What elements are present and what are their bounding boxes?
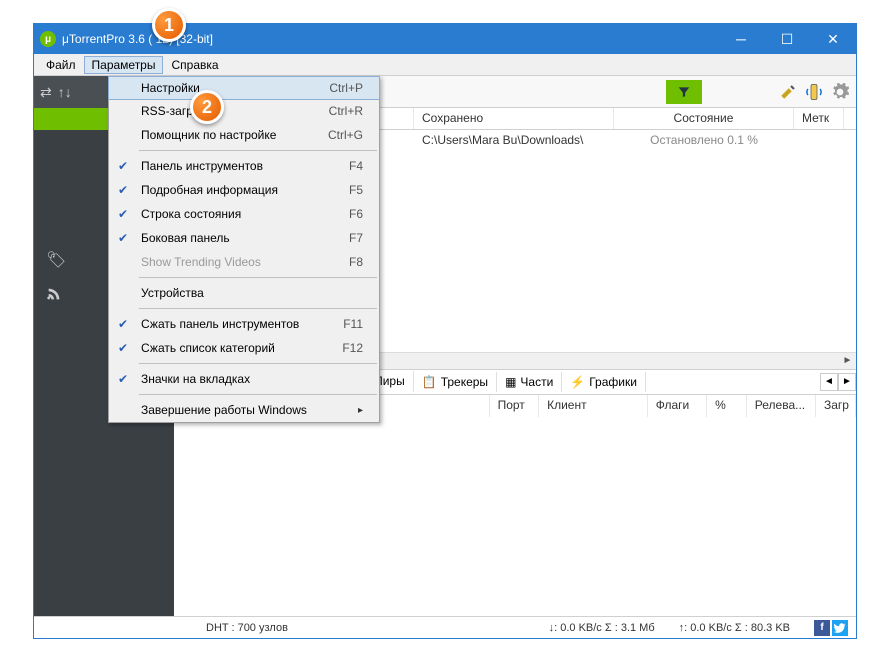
twitter-icon[interactable] [832, 620, 848, 636]
dd-tab-icons[interactable]: ✔Значки на вкладках [109, 367, 379, 391]
dd-wizard[interactable]: Помощник по настройкеCtrl+G [109, 123, 379, 147]
dd-settings[interactable]: НастройкиCtrl+P [108, 76, 380, 100]
funnel-icon [677, 85, 691, 99]
torrent-status: Остановлено 0.1 % [614, 130, 794, 152]
torrent-path: C:\Users\Mara Bu\Downloads\ [414, 130, 614, 152]
dd-sep [139, 308, 377, 309]
highlighter-icon[interactable] [778, 82, 798, 102]
col-pct[interactable]: % [707, 395, 747, 417]
dd-sep [139, 394, 377, 395]
sort-icon[interactable]: ↑↓ [58, 84, 72, 100]
menubar: Файл Параметры Справка [34, 54, 856, 76]
dd-detail[interactable]: ✔Подробная информацияF5 [109, 178, 379, 202]
peers-body [174, 417, 856, 617]
filter-button[interactable] [666, 80, 702, 104]
facebook-icon[interactable]: f [814, 620, 830, 636]
swap-icon[interactable]: ⇄ [40, 84, 52, 101]
menu-file[interactable]: Файл [38, 56, 84, 74]
submenu-arrow-icon: ▸ [358, 405, 371, 416]
options-dropdown: НастройкиCtrl+P RSS-загрузчиCtrl+R Помощ… [108, 76, 380, 423]
dd-devices[interactable]: Устройства [109, 281, 379, 305]
dd-shutdown[interactable]: Завершение работы Windows▸ [109, 398, 379, 422]
tab-trackers[interactable]: 📋Трекеры [414, 372, 497, 392]
tabs-scroll-right[interactable]: ► [838, 373, 856, 391]
callout-badge-1: 1 [152, 8, 186, 42]
tabs-scroll-left[interactable]: ◄ [820, 373, 838, 391]
close-button[interactable]: ✕ [810, 24, 856, 54]
col-relev[interactable]: Релева... [747, 395, 816, 417]
tab-speed[interactable]: ⚡Графики [562, 372, 646, 392]
scroll-right-icon[interactable]: ► [839, 353, 856, 369]
col-port[interactable]: Порт [490, 395, 540, 417]
dd-compact-toolbar[interactable]: ✔Сжать панель инструментовF11 [109, 312, 379, 336]
statusbar: DHT : 700 узлов ↓: 0.0 KB/c Σ : 3.1 Мб ↑… [34, 616, 856, 638]
tab-pieces[interactable]: ▦Части [497, 372, 562, 392]
remote-icon[interactable] [804, 82, 824, 102]
maximize-button[interactable]: ☐ [764, 24, 810, 54]
menu-options[interactable]: Параметры [84, 56, 164, 74]
dd-sep [139, 150, 377, 151]
col-down[interactable]: Загр [816, 395, 856, 417]
dd-rss[interactable]: RSS-загрузчиCtrl+R [109, 99, 379, 123]
dd-trending: Show Trending VideosF8 [109, 250, 379, 274]
gear-icon[interactable] [830, 82, 850, 102]
callout-badge-2: 2 [190, 90, 224, 124]
col-status[interactable]: Состояние [614, 108, 794, 129]
col-label[interactable]: Метк [794, 108, 844, 129]
dd-toolbar[interactable]: ✔Панель инструментовF4 [109, 154, 379, 178]
status-down: ↓: 0.0 KB/c Σ : 3.1 Мб [549, 622, 655, 634]
dd-sep [139, 277, 377, 278]
col-saved[interactable]: Сохранено [414, 108, 614, 129]
col-client[interactable]: Клиент [539, 395, 648, 417]
dd-sidebar[interactable]: ✔Боковая панельF7 [109, 226, 379, 250]
menu-help[interactable]: Справка [163, 56, 226, 74]
status-dht: DHT : 700 узлов [206, 622, 288, 634]
dd-compact-cat[interactable]: ✔Сжать список категорийF12 [109, 336, 379, 360]
dd-status[interactable]: ✔Строка состоянияF6 [109, 202, 379, 226]
app-icon: μ [40, 31, 56, 47]
col-flags[interactable]: Флаги [648, 395, 707, 417]
minimize-button[interactable]: ─ [718, 24, 764, 54]
dd-sep [139, 363, 377, 364]
status-up: ↑: 0.0 KB/c Σ : 80.3 KB [679, 622, 790, 634]
